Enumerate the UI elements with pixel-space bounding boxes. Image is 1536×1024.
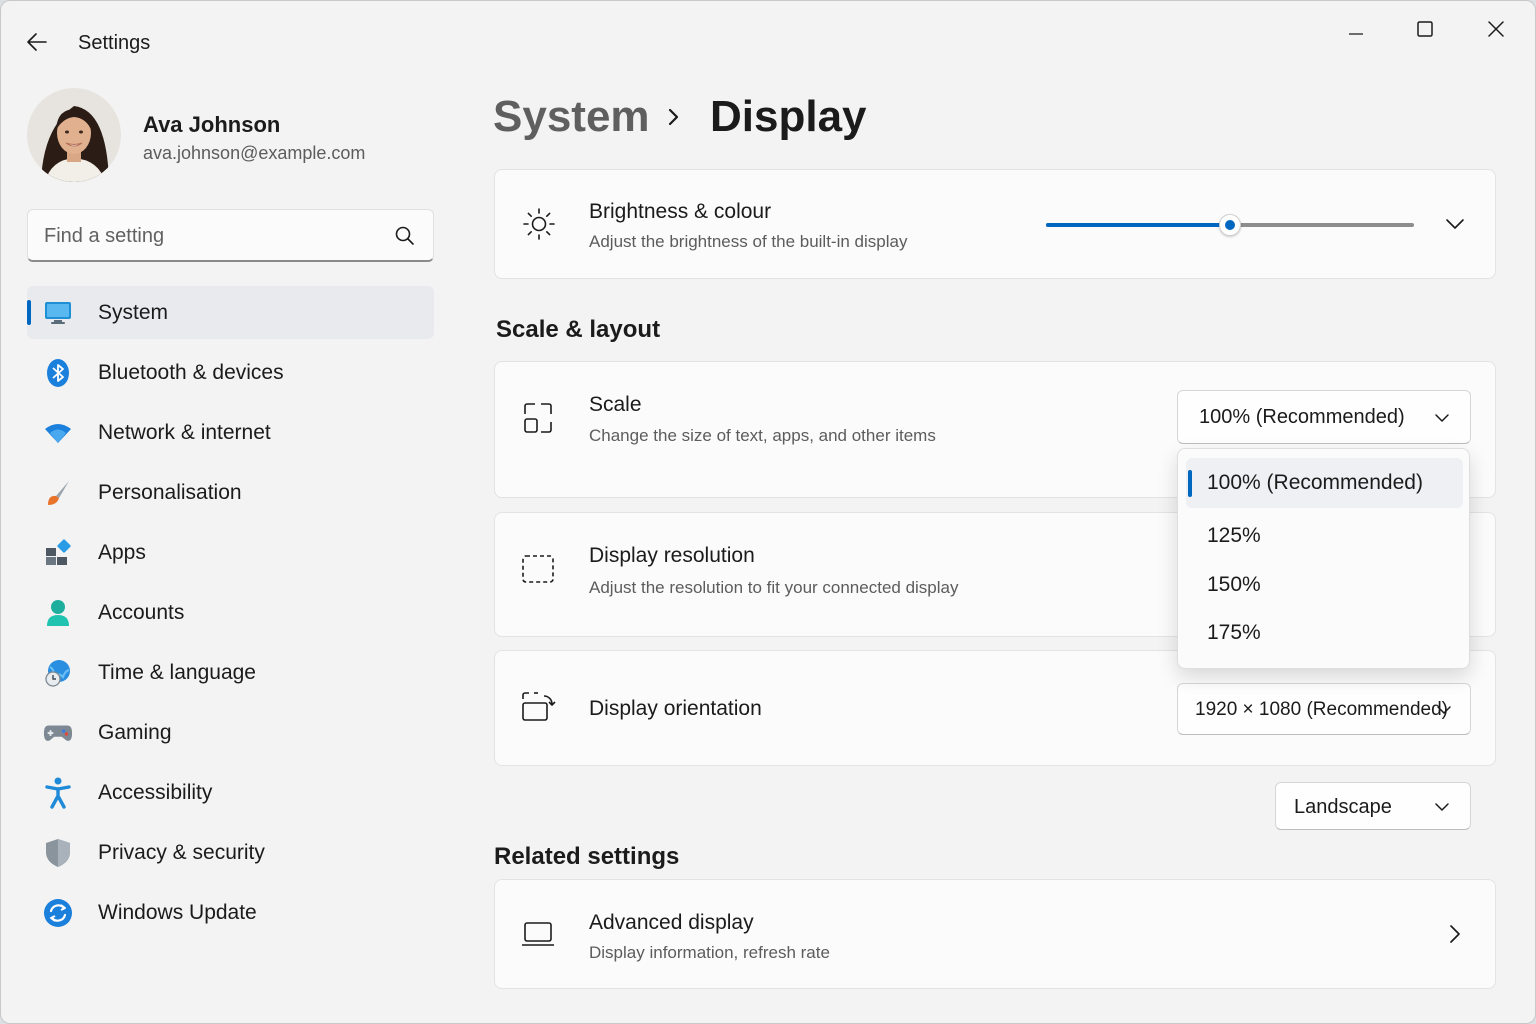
rotate-display-icon: [520, 689, 556, 725]
sidebar-item-gaming[interactable]: Gaming: [27, 706, 434, 759]
back-button[interactable]: [21, 27, 53, 57]
sidebar-nav: System Bluetooth & devices Network & int…: [27, 286, 434, 946]
shield-icon: [43, 838, 73, 868]
search-icon: [395, 226, 414, 245]
scale-dropdown-flyout: 100% (Recommended) 125% 150% 175%: [1177, 448, 1470, 669]
wifi-icon: [43, 418, 73, 448]
scale-icon: [520, 400, 556, 436]
maximize-icon: [1417, 21, 1433, 37]
sidebar-item-label: Personalisation: [98, 480, 242, 504]
scale-option-label: 150%: [1207, 573, 1261, 596]
sidebar-item-label: Network & internet: [98, 420, 271, 444]
scale-option[interactable]: 175%: [1186, 608, 1463, 658]
orientation-dropdown[interactable]: Landscape: [1275, 782, 1471, 830]
sidebar-item-accessibility[interactable]: Accessibility: [27, 766, 434, 819]
app-title: Settings: [78, 32, 151, 54]
section-heading-related: Related settings: [494, 843, 680, 870]
chevron-down-icon: [1446, 219, 1464, 229]
paintbrush-icon: [43, 478, 73, 508]
sidebar-item-label: Accessibility: [98, 780, 213, 804]
brightness-title: Brightness & colour: [589, 200, 772, 223]
sidebar-item-accounts[interactable]: Accounts: [27, 586, 434, 639]
sidebar-item-label: Accounts: [98, 600, 185, 624]
scale-option[interactable]: 125%: [1186, 511, 1463, 561]
orientation-title: Display orientation: [589, 697, 762, 720]
resolution-subtitle: Adjust the resolution to fit your connec…: [589, 578, 959, 597]
slider-thumb[interactable]: [1219, 214, 1241, 236]
breadcrumb-chevron-icon: [668, 108, 679, 126]
brightness-slider[interactable]: [1046, 214, 1414, 236]
slider-fill: [1046, 223, 1230, 227]
profile-photo: [27, 88, 121, 182]
profile-name: Ava Johnson: [143, 112, 281, 137]
sidebar-item-label: Privacy & security: [98, 840, 265, 864]
sun-icon: [521, 206, 557, 242]
resolution-dropdown[interactable]: 1920 × 1080 (Recommended): [1177, 683, 1471, 735]
settings-window: Settings Ava Johnson ava.johnson@example…: [0, 0, 1536, 1024]
scale-dropdown[interactable]: 100% (Recommended): [1177, 390, 1471, 444]
person-icon: [43, 598, 73, 628]
sidebar-item-label: Time & language: [98, 660, 256, 684]
globe-clock-icon: [43, 658, 73, 688]
maximize-button[interactable]: [1402, 13, 1448, 45]
scale-title: Scale: [589, 393, 642, 416]
search-input[interactable]: [44, 222, 374, 250]
sidebar-item-bluetooth[interactable]: Bluetooth & devices: [27, 346, 434, 399]
scale-option-label: 175%: [1207, 621, 1261, 644]
minimize-icon: [1349, 33, 1363, 35]
sidebar-item-system[interactable]: System: [27, 286, 434, 339]
sidebar-item-network[interactable]: Network & internet: [27, 406, 434, 459]
orientation-dropdown-value: Landscape: [1294, 796, 1392, 818]
advanced-display-subtitle: Display information, refresh rate: [589, 943, 830, 962]
close-icon: [1488, 21, 1504, 37]
close-button[interactable]: [1473, 13, 1519, 45]
avatar[interactable]: [27, 88, 121, 182]
page-title: Display: [710, 92, 867, 141]
resolution-dropdown-value: 1920 × 1080 (Recommended): [1195, 699, 1448, 720]
resolution-title: Display resolution: [589, 544, 755, 567]
sidebar-item-apps[interactable]: Apps: [27, 526, 434, 579]
laptop-icon: [520, 916, 556, 952]
back-arrow-icon: [27, 33, 47, 51]
sidebar-item-windows-update[interactable]: Windows Update: [27, 886, 434, 939]
brightness-subtitle: Adjust the brightness of the built-in di…: [589, 232, 908, 251]
chevron-right-icon[interactable]: [1445, 921, 1465, 947]
sidebar-item-privacy[interactable]: Privacy & security: [27, 826, 434, 879]
scale-subtitle: Change the size of text, apps, and other…: [589, 426, 936, 445]
chevron-down-icon: [1435, 414, 1449, 422]
section-heading-scale-layout: Scale & layout: [496, 316, 661, 343]
sidebar-item-label: Gaming: [98, 720, 172, 744]
sidebar-item-label: Windows Update: [98, 900, 257, 924]
sidebar-item-label: Apps: [98, 540, 146, 564]
scale-option[interactable]: 150%: [1186, 560, 1463, 610]
scale-dropdown-value: 100% (Recommended): [1199, 406, 1405, 428]
breadcrumb-parent[interactable]: System: [493, 92, 650, 142]
scale-option[interactable]: 100% (Recommended): [1186, 458, 1463, 508]
chevron-down-icon: [1435, 803, 1449, 811]
accessibility-icon: [43, 777, 73, 809]
monitor-icon: [43, 298, 73, 328]
gamepad-icon: [43, 718, 73, 748]
sidebar-item-time-language[interactable]: Time & language: [27, 646, 434, 699]
scale-option-label: 125%: [1207, 524, 1261, 547]
chevron-down-icon: [1437, 706, 1451, 714]
profile-email: ava.johnson@example.com: [143, 143, 366, 163]
resolution-icon: [520, 551, 556, 587]
scale-option-label: 100% (Recommended): [1207, 471, 1423, 494]
minimize-button[interactable]: [1333, 13, 1379, 45]
sidebar-item-label: System: [98, 300, 169, 324]
search-box[interactable]: [27, 209, 434, 262]
advanced-display-title: Advanced display: [589, 911, 754, 934]
title-bar: Settings: [1, 1, 1535, 81]
brightness-expand-button[interactable]: [1438, 209, 1472, 239]
bluetooth-icon: [43, 358, 73, 388]
sidebar-item-personalisation[interactable]: Personalisation: [27, 466, 434, 519]
sidebar-item-label: Bluetooth & devices: [98, 360, 284, 384]
update-icon: [43, 898, 73, 928]
apps-icon: [43, 538, 73, 568]
